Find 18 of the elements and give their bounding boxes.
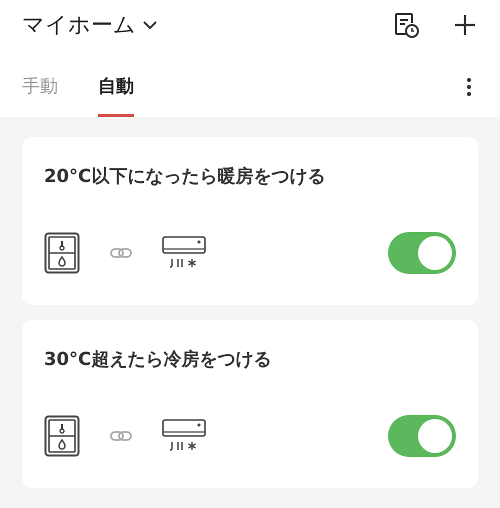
add-icon[interactable] <box>454 14 476 36</box>
air-conditioner-icon <box>162 419 206 453</box>
home-title[interactable]: マイホーム <box>22 8 136 42</box>
toggle-switch[interactable] <box>388 232 456 274</box>
tab[interactable]: 自動 <box>98 73 134 117</box>
toggle-switch[interactable] <box>388 415 456 457</box>
schedule-log-icon[interactable] <box>392 11 420 39</box>
air-conditioner-icon <box>162 236 206 270</box>
sensor-icon <box>44 415 80 457</box>
link-icon <box>110 248 132 258</box>
chevron-down-icon[interactable] <box>142 20 158 30</box>
automation-card[interactable]: 30°C超えたら冷房をつける <box>22 320 478 488</box>
more-icon[interactable] <box>466 77 472 97</box>
automation-card[interactable]: 20°C以下になったら暖房をつける <box>22 137 478 305</box>
link-icon <box>110 431 132 441</box>
sensor-icon <box>44 232 80 274</box>
automation-title: 20°C以下になったら暖房をつける <box>44 165 326 189</box>
automation-title: 30°C超えたら冷房をつける <box>44 348 272 372</box>
